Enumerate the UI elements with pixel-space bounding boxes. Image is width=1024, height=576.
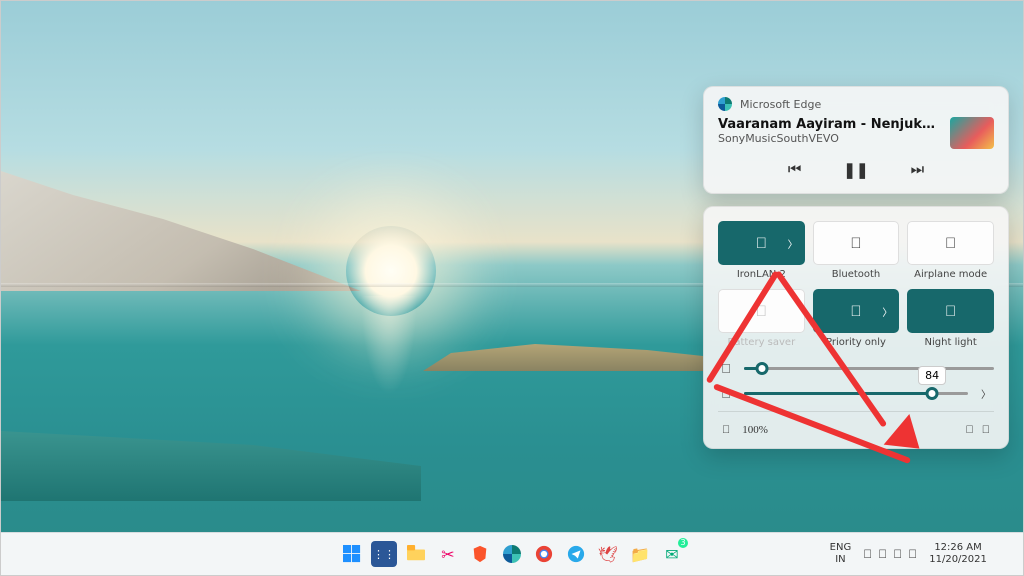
brightness-slider[interactable]:  — [718, 361, 994, 376]
wallpaper-foreground-shore — [1, 431, 421, 501]
tile-wifi-chevron[interactable]: 〉 — [788, 236, 798, 251]
taskbar-clock[interactable]: 12:26 AM 11/20/2021 — [929, 542, 987, 566]
media-artist: SonyMusicSouthVEVO — [718, 132, 942, 145]
battery-text[interactable]: 100% — [738, 420, 772, 440]
volume-track[interactable]: 84 — [744, 392, 968, 395]
tray-icon-0[interactable]:  — [863, 547, 872, 561]
media-source: Microsoft Edge — [718, 97, 994, 111]
tile-focus-chevron[interactable]: 〉 — [882, 304, 892, 319]
tile-wifi[interactable]: 〉 — [718, 221, 805, 265]
media-miniplayer: Microsoft Edge Vaaranam Aayiram - Nenjuk… — [703, 86, 1009, 194]
wallpaper-shore — [423, 341, 703, 371]
brightness-thumb[interactable] — [755, 362, 768, 375]
wallpaper-reflection — [349, 296, 429, 436]
tile-focus[interactable]: 〉 — [813, 289, 900, 333]
media-app-name: Microsoft Edge — [740, 98, 821, 111]
edit-quick-settings-button[interactable]:  — [962, 420, 978, 440]
tray-icon-2[interactable]:  — [893, 547, 902, 561]
wallpaper-mountain — [1, 171, 361, 291]
brightness-track[interactable] — [744, 367, 994, 370]
taskbar-file-explorer[interactable] — [403, 541, 429, 567]
taskbar-app3[interactable]: 📁 — [627, 541, 653, 567]
media-next-button[interactable]: ⏭ — [911, 161, 925, 179]
tile-wifi-label: IronLAN 2 — [718, 269, 805, 281]
tile-bluetooth[interactable]:  — [813, 221, 900, 265]
start-button[interactable] — [339, 541, 365, 567]
tile-airplane[interactable]:  — [907, 221, 994, 265]
quick-settings-panel: 〉IronLAN 2BluetoothAirplane modeBatt… — [703, 206, 1009, 449]
taskbar-brave[interactable] — [467, 541, 493, 567]
tray-icon-1[interactable]:  — [878, 547, 887, 561]
taskbar-telegram[interactable] — [563, 541, 589, 567]
taskbar: ⋮⋮ ✂ 🕊 📁 ✉3  ENG IN     12:26 AM 11/20… — [1, 532, 1023, 575]
desktop: Microsoft Edge Vaaranam Aayiram - Nenjuk… — [0, 0, 1024, 576]
taskbar-pinned-apps: ⋮⋮ ✂ 🕊 📁 ✉3 — [339, 541, 685, 567]
battery-icon[interactable]:  — [718, 420, 734, 440]
media-thumbnail — [950, 117, 994, 149]
edge-icon — [718, 97, 732, 111]
media-prev-button[interactable]: ⏮ — [788, 161, 802, 179]
taskbar-chrome[interactable] — [531, 541, 557, 567]
volume-thumb[interactable] — [926, 387, 939, 400]
tray-icon-3[interactable]:  — [908, 547, 917, 561]
taskbar-chevron-up[interactable]:  — [810, 549, 818, 560]
tile-night-light-label: Night light — [907, 337, 994, 349]
tile-airplane-label: Airplane mode — [907, 269, 994, 281]
media-title: Vaaranam Aayiram - Nenjukkul Peid… — [718, 117, 942, 132]
taskbar-snip[interactable]: ✂ — [435, 541, 461, 567]
taskbar-mail[interactable]: ✉3 — [659, 541, 685, 567]
tile-bluetooth-label: Bluetooth — [813, 269, 900, 281]
open-settings-button[interactable]:  — [978, 420, 994, 440]
taskbar-system-tray[interactable]:     — [863, 547, 917, 561]
taskbar-app2[interactable]: 🕊 — [595, 541, 621, 567]
taskbar-app[interactable]: ⋮⋮ — [371, 541, 397, 567]
taskbar-language[interactable]: ENG IN — [830, 542, 852, 566]
quick-settings-grid: 〉IronLAN 2BluetoothAirplane modeBatt… — [718, 221, 994, 349]
tile-night-light[interactable]:  — [907, 289, 994, 333]
taskbar-edge[interactable] — [499, 541, 525, 567]
volume-tooltip: 84 — [918, 366, 946, 385]
media-playpause-button[interactable]: ❚❚ — [843, 161, 868, 179]
taskbar-notifications-icon[interactable]:  — [999, 546, 1009, 562]
volume-flyout-chevron[interactable]: 〉 — [978, 386, 994, 401]
